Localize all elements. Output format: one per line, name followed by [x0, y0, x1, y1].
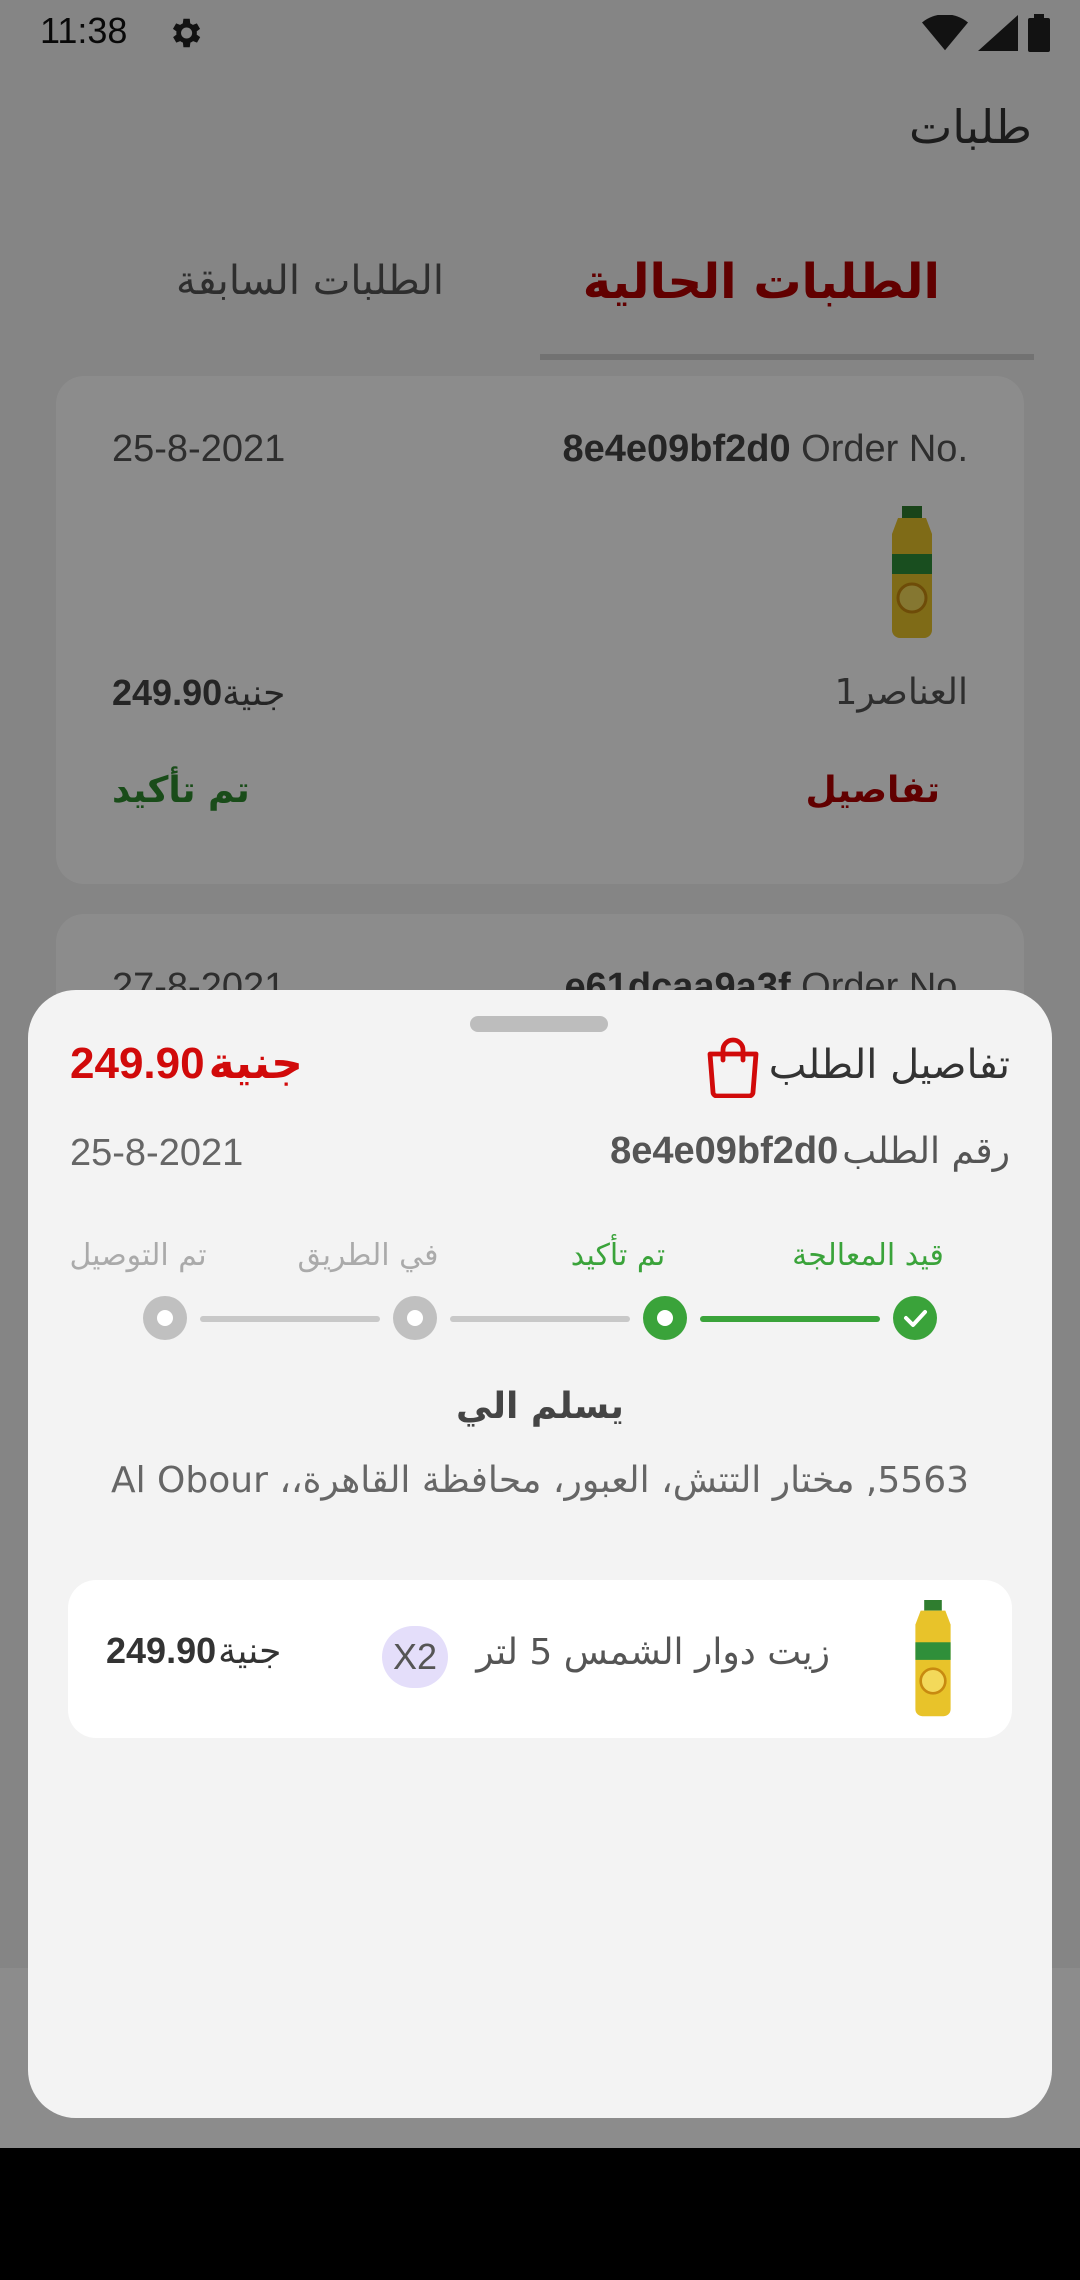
sheet-order-number: 8e4e09bf2d0 رقم الطلب: [610, 1130, 1010, 1173]
item-quantity-badge: X2: [382, 1626, 448, 1688]
step-label-on-the-way: في الطريق: [297, 1238, 439, 1273]
step-on-the-way-dot: [393, 1296, 437, 1340]
step-delivered-dot: [143, 1296, 187, 1340]
order-details-sheet: تفاصيل الطلب 249.90 جنية 8e4e09bf2d0 رقم ا…: [28, 990, 1052, 2118]
sheet-order-number-label: رقم الطلب: [842, 1131, 1010, 1172]
sheet-order-number-value: 8e4e09bf2d0: [610, 1130, 839, 1172]
oil-bottle-image: [915, 1600, 951, 1717]
item-price-currency: جنية: [218, 1631, 282, 1672]
step-label-processing: قيد المعالجة: [792, 1238, 944, 1273]
order-total: 249.90 جنية: [70, 1038, 303, 1089]
item-price: 249.90 جنية: [106, 1630, 281, 1672]
step-connector: [200, 1316, 380, 1322]
sheet-title: تفاصيل الطلب: [768, 1042, 1010, 1088]
item-price-value: 249.90: [106, 1630, 217, 1671]
deliver-to-label: يسلم الي: [456, 1386, 624, 1427]
step-label-confirmed: تم تأكيد: [570, 1238, 666, 1273]
item-name: زيت دوار الشمس 5 لتر: [476, 1632, 830, 1673]
shopping-bag-icon: [707, 1037, 759, 1098]
step-connector: [700, 1316, 880, 1322]
step-label-delivered: تم التوصيل: [69, 1238, 207, 1273]
order-total-value: 249.90: [70, 1039, 205, 1088]
drag-handle[interactable]: [470, 1016, 608, 1032]
check-icon: [904, 1310, 927, 1327]
orders-screen: 11:38 طلبات الطلبات الحالية الطلبات السا…: [0, 0, 1080, 2148]
delivery-address: 5563, مختار التتش، العبور، محافظة القاهر…: [110, 1460, 970, 1501]
order-item: زيت دوار الشمس 5 لتر X2 249.90 جنية: [68, 1580, 1012, 1738]
step-processing-dot: [893, 1296, 937, 1340]
order-total-currency: جنية: [208, 1038, 303, 1089]
step-confirmed-dot: [643, 1296, 687, 1340]
sheet-order-date: 25-8-2021: [70, 1132, 244, 1174]
step-connector: [450, 1316, 630, 1322]
